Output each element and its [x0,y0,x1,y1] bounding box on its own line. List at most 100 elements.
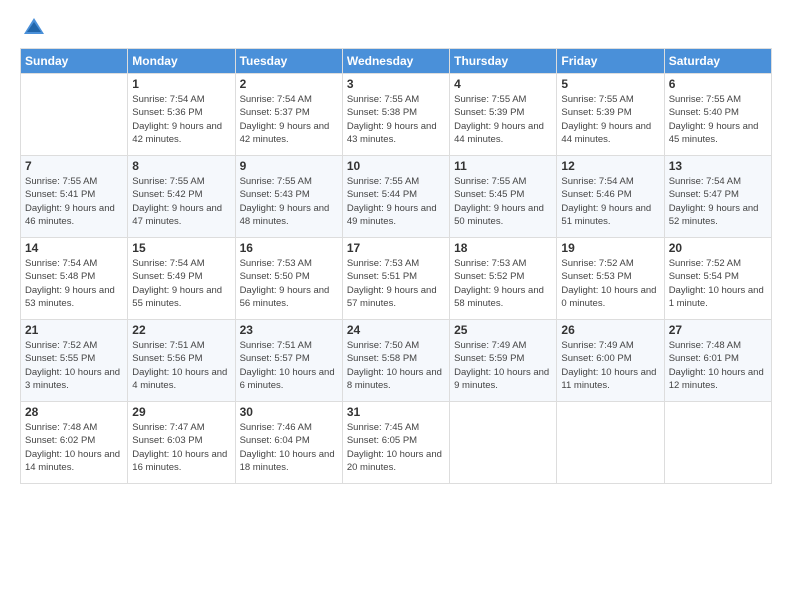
day-number: 26 [561,323,659,337]
calendar-cell: 9Sunrise: 7:55 AMSunset: 5:43 PMDaylight… [235,156,342,238]
cell-info: Sunrise: 7:53 AMSunset: 5:52 PMDaylight:… [454,257,552,310]
day-number: 19 [561,241,659,255]
weekday-header-friday: Friday [557,49,664,74]
weekday-header-monday: Monday [128,49,235,74]
cell-info: Sunrise: 7:55 AMSunset: 5:45 PMDaylight:… [454,175,552,228]
day-number: 11 [454,159,552,173]
calendar-week-row: 14 Sunrise: 7:54 AMSunset: 5:48 PMDayligh… [21,238,772,320]
cell-info: Sunrise: 7:45 AMSunset: 6:05 PMDaylight:… [347,421,445,474]
calendar-cell: 3 Sunrise: 7:55 AMSunset: 5:38 PMDaylight… [342,74,449,156]
day-number: 23 [240,323,338,337]
day-number: 5 [561,77,659,91]
day-number: 18 [454,241,552,255]
day-number: 2 [240,77,338,91]
cell-info: Sunrise: 7:55 AMSunset: 5:39 PMDaylight:… [454,93,552,146]
cell-info: Sunrise: 7:51 AMSunset: 5:56 PMDaylight:… [132,339,230,392]
calendar-cell: 21 Sunrise: 7:52 AMSunset: 5:55 PMDayligh… [21,320,128,402]
calendar-cell: 17 Sunrise: 7:53 AMSunset: 5:51 PMDayligh… [342,238,449,320]
day-number: 25 [454,323,552,337]
calendar-cell [450,402,557,484]
day-number: 8 [132,159,230,173]
cell-info: Sunrise: 7:52 AMSunset: 5:55 PMDaylight:… [25,339,123,392]
calendar-week-row: 7 Sunrise: 7:55 AMSunset: 5:41 PMDaylight… [21,156,772,238]
cell-info: Sunrise: 7:48 AMSunset: 6:01 PMDaylight:… [669,339,767,392]
cell-info: Sunrise: 7:54 AMSunset: 5:37 PMDaylight:… [240,93,338,146]
calendar-cell: 4 Sunrise: 7:55 AMSunset: 5:39 PMDaylight… [450,74,557,156]
calendar-cell: 10Sunrise: 7:55 AMSunset: 5:44 PMDayligh… [342,156,449,238]
calendar-cell: 8 Sunrise: 7:55 AMSunset: 5:42 PMDaylight… [128,156,235,238]
calendar-cell [664,402,771,484]
cell-info: Sunrise: 7:54 AMSunset: 5:47 PMDaylight:… [669,175,767,228]
calendar-cell: 19Sunrise: 7:52 AMSunset: 5:53 PMDayligh… [557,238,664,320]
calendar-week-row: 1Sunrise: 7:54 AMSunset: 5:36 PMDaylight… [21,74,772,156]
cell-info: Sunrise: 7:47 AMSunset: 6:03 PMDaylight:… [132,421,230,474]
weekday-header-sunday: Sunday [21,49,128,74]
day-number: 7 [25,159,123,173]
day-number: 3 [347,77,445,91]
day-number: 13 [669,159,767,173]
calendar-table: SundayMondayTuesdayWednesdayThursdayFrid… [20,48,772,484]
day-number: 21 [25,323,123,337]
calendar-cell: 18 Sunrise: 7:53 AMSunset: 5:52 PMDayligh… [450,238,557,320]
day-number: 28 [25,405,123,419]
calendar-cell: 15 Sunrise: 7:54 AMSunset: 5:49 PMDayligh… [128,238,235,320]
calendar-cell: 14 Sunrise: 7:54 AMSunset: 5:48 PMDayligh… [21,238,128,320]
day-number: 16 [240,241,338,255]
calendar-cell: 23 Sunrise: 7:51 AMSunset: 5:57 PMDayligh… [235,320,342,402]
cell-info: Sunrise: 7:54 AMSunset: 5:48 PMDaylight:… [25,257,123,310]
calendar-cell: 26Sunrise: 7:49 AMSunset: 6:00 PMDayligh… [557,320,664,402]
cell-info: Sunrise: 7:54 AMSunset: 5:46 PMDaylight:… [561,175,659,228]
cell-info: Sunrise: 7:55 AMSunset: 5:42 PMDaylight:… [132,175,230,228]
calendar-cell: 27 Sunrise: 7:48 AMSunset: 6:01 PMDayligh… [664,320,771,402]
calendar-page: SundayMondayTuesdayWednesdayThursdayFrid… [0,0,792,612]
cell-info: Sunrise: 7:55 AMSunset: 5:39 PMDaylight:… [561,93,659,146]
calendar-cell: 13 Sunrise: 7:54 AMSunset: 5:47 PMDayligh… [664,156,771,238]
logo-icon [22,16,46,40]
calendar-cell: 22 Sunrise: 7:51 AMSunset: 5:56 PMDayligh… [128,320,235,402]
calendar-week-row: 21 Sunrise: 7:52 AMSunset: 5:55 PMDayligh… [21,320,772,402]
cell-info: Sunrise: 7:55 AMSunset: 5:40 PMDaylight:… [669,93,767,146]
calendar-cell: 12Sunrise: 7:54 AMSunset: 5:46 PMDayligh… [557,156,664,238]
cell-info: Sunrise: 7:55 AMSunset: 5:38 PMDaylight:… [347,93,445,146]
day-number: 20 [669,241,767,255]
cell-info: Sunrise: 7:51 AMSunset: 5:57 PMDaylight:… [240,339,338,392]
calendar-week-row: 28Sunrise: 7:48 AMSunset: 6:02 PMDayligh… [21,402,772,484]
day-number: 1 [132,77,230,91]
calendar-cell: 25 Sunrise: 7:49 AMSunset: 5:59 PMDayligh… [450,320,557,402]
cell-info: Sunrise: 7:46 AMSunset: 6:04 PMDaylight:… [240,421,338,474]
day-number: 15 [132,241,230,255]
calendar-cell: 28Sunrise: 7:48 AMSunset: 6:02 PMDayligh… [21,402,128,484]
cell-info: Sunrise: 7:50 AMSunset: 5:58 PMDaylight:… [347,339,445,392]
day-number: 22 [132,323,230,337]
day-number: 14 [25,241,123,255]
calendar-cell: 5 Sunrise: 7:55 AMSunset: 5:39 PMDaylight… [557,74,664,156]
day-number: 30 [240,405,338,419]
day-number: 27 [669,323,767,337]
day-number: 10 [347,159,445,173]
cell-info: Sunrise: 7:49 AMSunset: 5:59 PMDaylight:… [454,339,552,392]
weekday-header-saturday: Saturday [664,49,771,74]
cell-info: Sunrise: 7:55 AMSunset: 5:41 PMDaylight:… [25,175,123,228]
day-number: 9 [240,159,338,173]
calendar-cell [21,74,128,156]
weekday-header-row: SundayMondayTuesdayWednesdayThursdayFrid… [21,49,772,74]
cell-info: Sunrise: 7:53 AMSunset: 5:50 PMDaylight:… [240,257,338,310]
cell-info: Sunrise: 7:54 AMSunset: 5:49 PMDaylight:… [132,257,230,310]
day-number: 24 [347,323,445,337]
weekday-header-thursday: Thursday [450,49,557,74]
calendar-cell: 20 Sunrise: 7:52 AMSunset: 5:54 PMDayligh… [664,238,771,320]
calendar-cell: 30 Sunrise: 7:46 AMSunset: 6:04 PMDayligh… [235,402,342,484]
calendar-cell: 29Sunrise: 7:47 AMSunset: 6:03 PMDayligh… [128,402,235,484]
cell-info: Sunrise: 7:52 AMSunset: 5:54 PMDaylight:… [669,257,767,310]
weekday-header-wednesday: Wednesday [342,49,449,74]
calendar-cell: 24 Sunrise: 7:50 AMSunset: 5:58 PMDayligh… [342,320,449,402]
header-row [20,16,772,40]
calendar-cell: 2 Sunrise: 7:54 AMSunset: 5:37 PMDaylight… [235,74,342,156]
cell-info: Sunrise: 7:53 AMSunset: 5:51 PMDaylight:… [347,257,445,310]
logo [20,16,46,40]
calendar-cell: 31Sunrise: 7:45 AMSunset: 6:05 PMDayligh… [342,402,449,484]
day-number: 17 [347,241,445,255]
day-number: 4 [454,77,552,91]
calendar-cell: 11 Sunrise: 7:55 AMSunset: 5:45 PMDayligh… [450,156,557,238]
weekday-header-tuesday: Tuesday [235,49,342,74]
